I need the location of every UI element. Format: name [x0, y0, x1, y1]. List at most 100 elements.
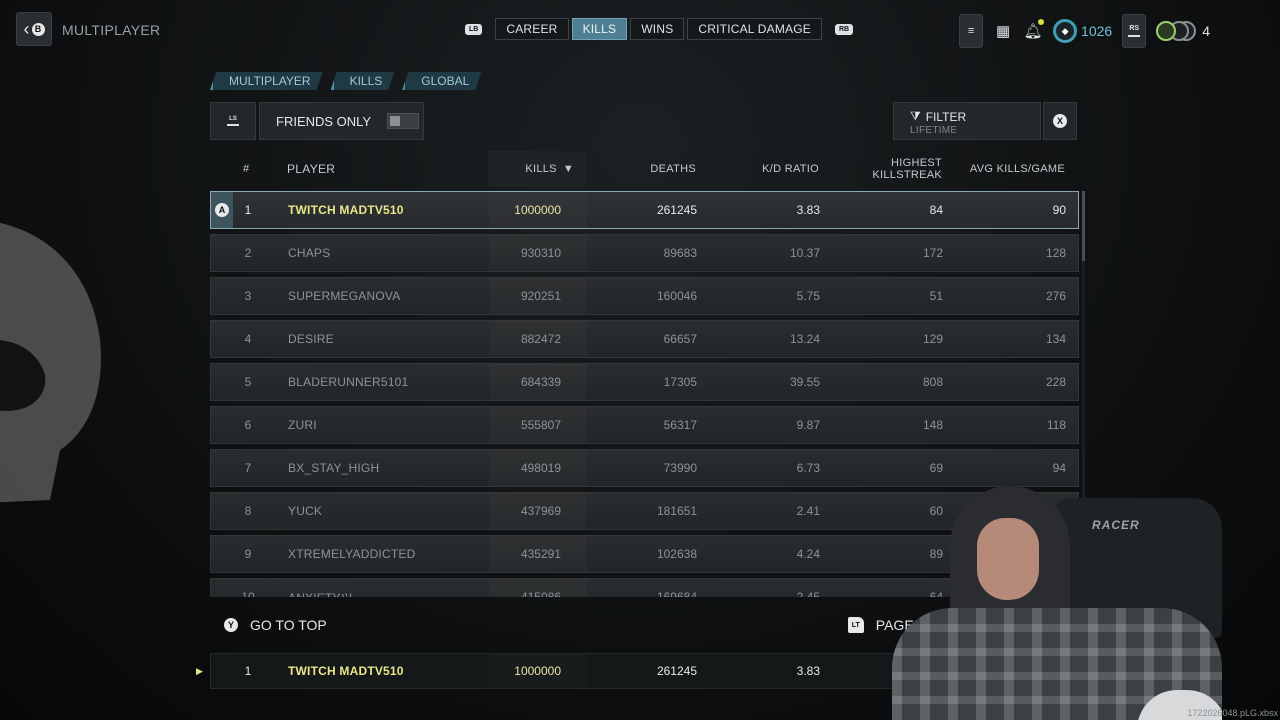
table-row[interactable]: 2 CHAPS 930310 89683 10.37 172 128: [210, 234, 1079, 272]
row-rank: 1: [244, 203, 252, 217]
row-player: BLADERUNNER5101: [288, 375, 409, 389]
streamer-face: [977, 518, 1039, 600]
table-row[interactable]: 4 DESIRE 882472 66657 13.24 129 134: [210, 320, 1079, 358]
table-row[interactable]: 5 BLADERUNNER5101 684339 17305 39.55 808…: [210, 363, 1079, 401]
row-avg: 276: [1045, 289, 1066, 303]
tab-critical-damage[interactable]: CRITICAL DAMAGE: [687, 18, 822, 40]
cod-points[interactable]: ◆ 1026: [1053, 19, 1112, 43]
row-player: TWITCH MADTV510: [288, 203, 404, 217]
my-position-arrow-icon: ▶: [196, 666, 203, 676]
rs-bar-icon: [1128, 35, 1141, 37]
filter-value: LIFETIME: [910, 125, 958, 136]
row-kd: 4.24: [796, 547, 820, 561]
cod-points-icon: ◆: [1053, 19, 1078, 43]
row-player: CHAPS: [288, 246, 331, 260]
column-rank: #: [243, 163, 250, 175]
party-avatars: [1156, 19, 1197, 43]
table-row[interactable]: 3 SUPERMEGANOVA 920251 160046 5.75 51 27…: [210, 277, 1079, 315]
chevron-left-icon: ‹: [23, 19, 30, 39]
party-indicator[interactable]: 4: [1156, 19, 1210, 43]
skull-emblem-icon: [0, 222, 101, 503]
y-button-icon: Y: [224, 618, 238, 632]
column-streak-line2: KILLSTREAK: [872, 169, 942, 181]
column-deaths[interactable]: DEATHS: [590, 151, 696, 187]
row-kills: 435291: [489, 536, 587, 572]
row-rank: 3: [244, 289, 252, 303]
table-row[interactable]: A 1 TWITCH MADTV510 1000000 261245 3.83 …: [210, 191, 1079, 229]
row-rank: 4: [244, 332, 252, 346]
row-deaths: 261245: [656, 664, 697, 678]
toggle-knob: [390, 116, 401, 126]
row-streak: 129: [922, 332, 943, 346]
table-row[interactable]: 6 ZURI 555807 56317 9.87 148 118: [210, 406, 1079, 444]
rs-button[interactable]: RS: [1122, 14, 1147, 48]
b-button-icon: B: [31, 22, 45, 36]
row-deaths: 160046: [656, 289, 697, 303]
row-avg: 118: [1046, 418, 1066, 432]
leaderboard-tabs: LB CAREER KILLS WINS CRITICAL DAMAGE RB: [455, 18, 863, 40]
row-streak: 172: [922, 246, 943, 260]
tab-career[interactable]: CAREER: [495, 18, 569, 40]
ls-bar-icon: [227, 124, 239, 126]
cod-points-value: 1026: [1081, 23, 1113, 39]
row-kills: 920251: [489, 278, 587, 314]
breadcrumb: MULTIPLAYER KILLS GLOBAL: [210, 72, 481, 90]
rb-bumper-icon[interactable]: RB: [834, 23, 854, 35]
row-deaths: 261245: [656, 203, 697, 217]
row-rank: 7: [244, 461, 252, 475]
go-to-top-button[interactable]: Y GO TO TOP: [210, 617, 327, 633]
grid-icon[interactable]: ▦: [993, 22, 1013, 40]
row-player: DESIRE: [288, 332, 334, 346]
row-kd: 5.75: [796, 289, 820, 303]
row-kills: 1000000: [489, 192, 587, 228]
tab-kills[interactable]: KILLS: [571, 18, 628, 40]
row-player: ANXIETYツ: [288, 579, 353, 598]
row-avg: 128: [1045, 246, 1066, 260]
x-button[interactable]: X: [1043, 102, 1077, 140]
list-icon: ≡: [967, 25, 975, 37]
watermark: 1722026048.pLG.xbsx: [1187, 708, 1278, 718]
row-kd: 9.87: [796, 418, 820, 432]
row-kills: 555807: [489, 407, 587, 443]
filter-button[interactable]: ⧩ FILTER LIFETIME: [893, 102, 1041, 140]
breadcrumb-multiplayer: MULTIPLAYER: [210, 72, 323, 90]
top-right-status: ≡ ▦ 🔔︎ ◆ 1026 RS 4: [959, 14, 1210, 48]
column-streak-line1: HIGHEST: [891, 157, 942, 169]
column-kd-ratio[interactable]: K/D RATIO: [710, 151, 819, 187]
tab-wins[interactable]: WINS: [630, 18, 685, 40]
x-button-icon: X: [1053, 114, 1067, 128]
column-highest-killstreak[interactable]: HIGHEST KILLSTREAK: [830, 151, 942, 187]
row-player: XTREMELYADDICTED: [288, 547, 416, 561]
bell-icon[interactable]: 🔔︎: [1023, 19, 1045, 40]
row-kd: 39.55: [789, 375, 820, 389]
toggle-switch[interactable]: [387, 113, 420, 129]
row-kd: 2.41: [796, 504, 820, 518]
friends-only-label: FRIENDS ONLY: [276, 113, 372, 129]
row-kd: 10.37: [789, 246, 820, 260]
back-button[interactable]: ‹ B: [16, 12, 52, 46]
lb-bumper-icon[interactable]: LB: [465, 23, 483, 35]
scrollbar-thumb[interactable]: [1082, 191, 1085, 261]
row-rank: 10: [241, 590, 255, 597]
breadcrumb-kills: KILLS: [331, 72, 395, 90]
friends-only-toggle[interactable]: FRIENDS ONLY: [259, 102, 424, 140]
column-kills-label: KILLS: [525, 163, 557, 175]
row-kills: 437969: [489, 493, 587, 529]
row-kd: 2.45: [796, 590, 820, 597]
column-avg-kills-game[interactable]: AVG KILLS/GAME: [955, 151, 1065, 187]
ls-button[interactable]: LS: [210, 102, 256, 140]
row-deaths: 89683: [663, 246, 697, 260]
filter-icon: ⧩: [910, 109, 921, 123]
column-kills[interactable]: KILLS ▼: [488, 151, 586, 187]
row-kills: 684339: [489, 364, 587, 400]
row-rank: 9: [244, 547, 252, 561]
party-count: 4: [1202, 23, 1210, 39]
table-header: # PLAYER KILLS ▼ DEATHS K/D RATIO HIGHES…: [210, 151, 1079, 187]
row-streak: 808: [922, 375, 943, 389]
notification-dot: [1038, 19, 1045, 25]
column-player: PLAYER: [287, 162, 336, 176]
menu-button[interactable]: ≡: [959, 14, 984, 48]
rs-button-label: RS: [1129, 25, 1140, 32]
row-kills: 498019: [489, 450, 587, 486]
row-kills: 1000000: [514, 664, 561, 678]
